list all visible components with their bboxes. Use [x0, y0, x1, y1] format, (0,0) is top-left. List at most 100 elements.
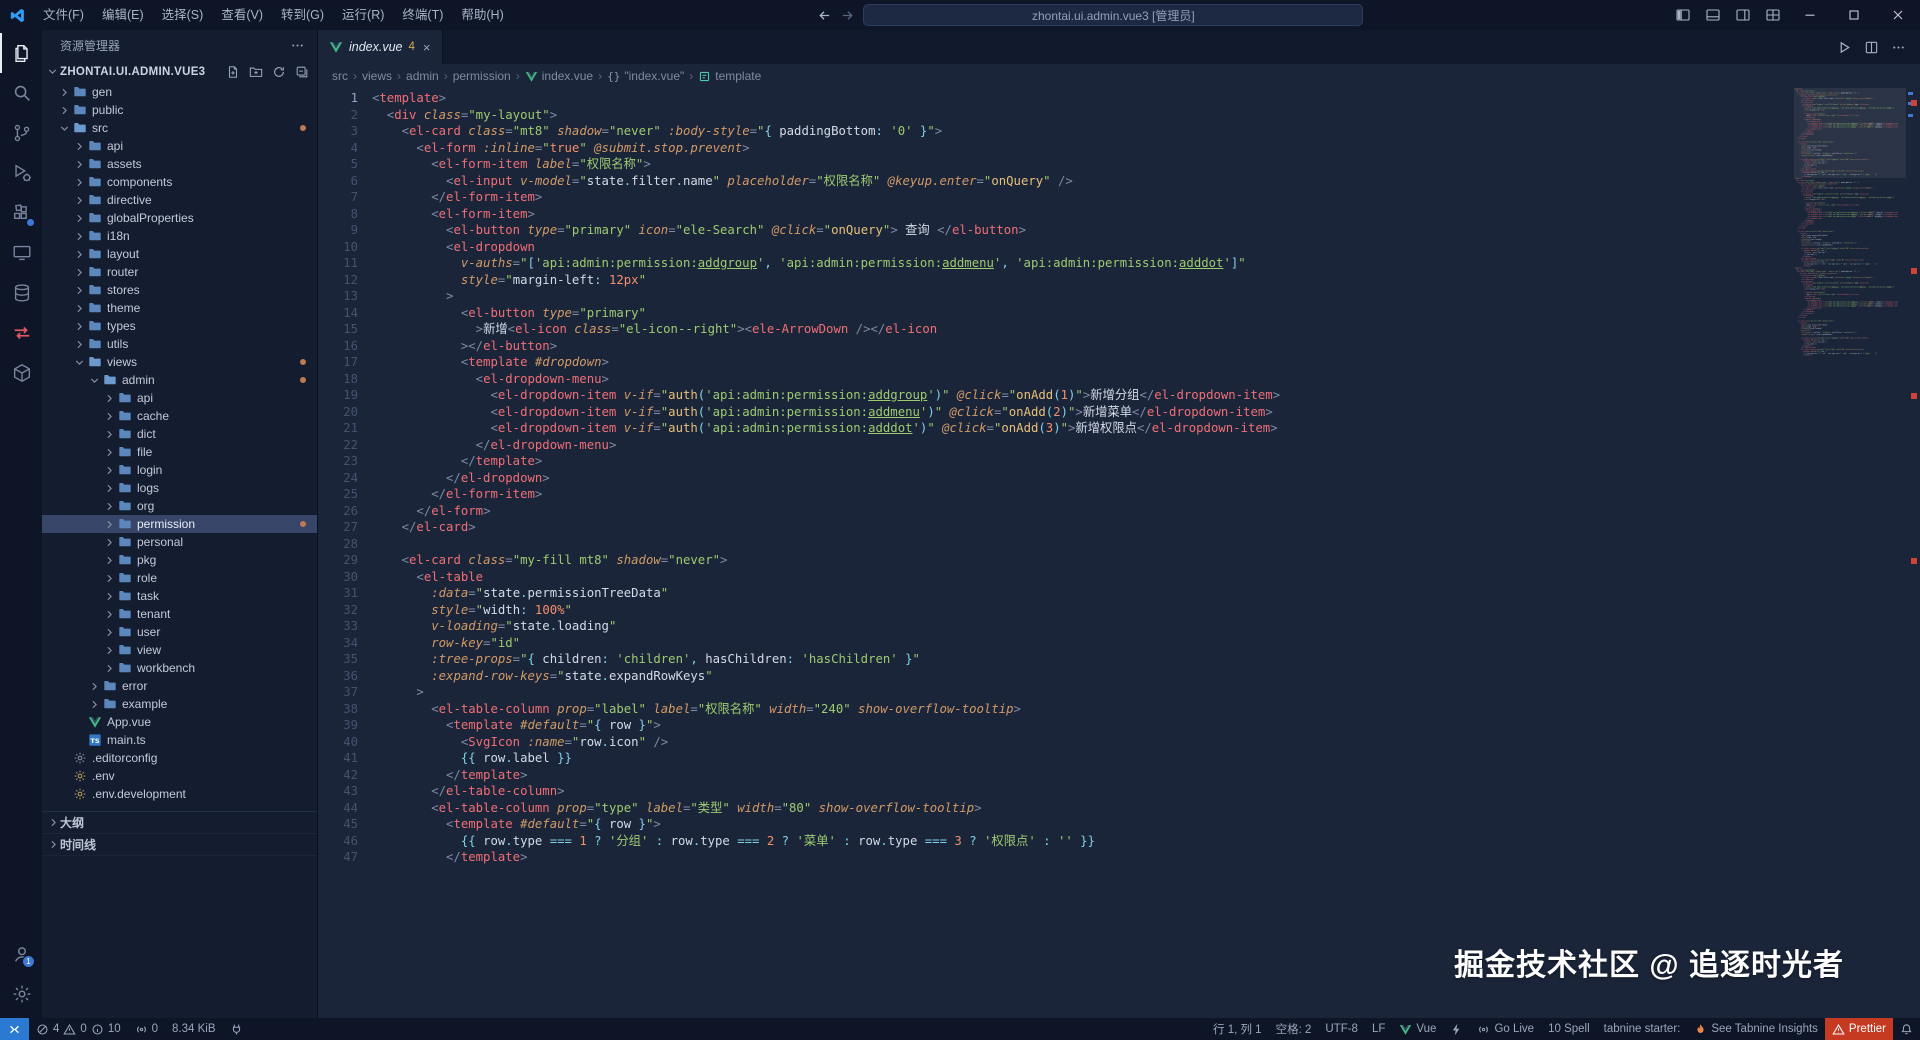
- tree-item-example[interactable]: example: [42, 695, 317, 713]
- line-number[interactable]: 22: [318, 437, 358, 454]
- line-number[interactable]: 26: [318, 503, 358, 520]
- line-number[interactable]: 13: [318, 288, 358, 305]
- tree-item-components[interactable]: components: [42, 173, 317, 191]
- line-number[interactable]: 16: [318, 338, 358, 355]
- line-number[interactable]: 2: [318, 107, 358, 124]
- menu-item[interactable]: 转到(G): [272, 0, 333, 30]
- minimap[interactable]: <template> <div class="my-layout"> <el-c…: [1794, 88, 1906, 1018]
- line-number[interactable]: 27: [318, 519, 358, 536]
- activity-search-icon[interactable]: [0, 73, 42, 113]
- code-line[interactable]: </template>: [372, 453, 1920, 470]
- breadcrumb-segment[interactable]: views: [362, 69, 392, 83]
- line-number[interactable]: 18: [318, 371, 358, 388]
- panel-大纲[interactable]: 大纲: [42, 812, 317, 834]
- code-line[interactable]: <el-table: [372, 569, 1920, 586]
- code-line[interactable]: <el-card class="mt8" shadow="never" :bod…: [372, 123, 1920, 140]
- panel-时间线[interactable]: 时间线: [42, 834, 317, 856]
- code-line[interactable]: <el-form-item label="权限名称">: [372, 156, 1920, 173]
- toggle-panel-icon[interactable]: [1698, 0, 1728, 30]
- tree-item-directive[interactable]: directive: [42, 191, 317, 209]
- forward-button[interactable]: [840, 8, 855, 23]
- code-line[interactable]: ></el-button>: [372, 338, 1920, 355]
- line-number[interactable]: 34: [318, 635, 358, 652]
- refresh-icon[interactable]: [272, 65, 286, 79]
- code-line[interactable]: >新增<el-icon class="el-icon--right"><ele-…: [372, 321, 1920, 338]
- line-number[interactable]: 21: [318, 420, 358, 437]
- code-line[interactable]: <el-button type="primary" icon="ele-Sear…: [372, 222, 1920, 239]
- breadcrumb-segment[interactable]: admin: [406, 69, 439, 83]
- tree-item-App.vue[interactable]: App.vue: [42, 713, 317, 731]
- scrollbar[interactable]: [1906, 88, 1920, 1018]
- line-number[interactable]: 6: [318, 173, 358, 190]
- status-eol[interactable]: LF: [1365, 1018, 1392, 1040]
- code-line[interactable]: </el-dropdown-menu>: [372, 437, 1920, 454]
- collapse-all-icon[interactable]: [295, 65, 309, 79]
- tree-item-src[interactable]: src: [42, 119, 317, 137]
- line-number[interactable]: 24: [318, 470, 358, 487]
- line-number[interactable]: 19: [318, 387, 358, 404]
- breadcrumb-segment[interactable]: {} "index.vue": [607, 69, 684, 83]
- status-ports[interactable]: 0: [128, 1018, 165, 1040]
- status-spell[interactable]: 10 Spell: [1541, 1018, 1597, 1040]
- minimize-button[interactable]: [1788, 0, 1832, 30]
- tree-item-org[interactable]: org: [42, 497, 317, 515]
- tree-item-layout[interactable]: layout: [42, 245, 317, 263]
- status-language-mode[interactable]: Vue: [1392, 1018, 1443, 1040]
- customize-layout-icon[interactable]: [1758, 0, 1788, 30]
- tree-item-gen[interactable]: gen: [42, 83, 317, 101]
- line-number[interactable]: 29: [318, 552, 358, 569]
- code-line[interactable]: <el-button type="primary": [372, 305, 1920, 322]
- status-encoding[interactable]: UTF-8: [1318, 1018, 1365, 1040]
- activity-extensions-icon[interactable]: [0, 193, 42, 233]
- tree-item-admin[interactable]: admin: [42, 371, 317, 389]
- menu-item[interactable]: 文件(F): [34, 0, 93, 30]
- tree-item-dict[interactable]: dict: [42, 425, 317, 443]
- code-line[interactable]: <el-dropdown-item v-if="auth('api:admin:…: [372, 387, 1920, 404]
- tree-item-globalProperties[interactable]: globalProperties: [42, 209, 317, 227]
- line-number[interactable]: 3: [318, 123, 358, 140]
- tree-item-cache[interactable]: cache: [42, 407, 317, 425]
- code-line[interactable]: >: [372, 288, 1920, 305]
- breadcrumb-segment[interactable]: permission: [453, 69, 511, 83]
- line-number[interactable]: 9: [318, 222, 358, 239]
- code-line[interactable]: v-loading="state.loading": [372, 618, 1920, 635]
- tree-item-view[interactable]: view: [42, 641, 317, 659]
- maximize-button[interactable]: [1832, 0, 1876, 30]
- new-file-icon[interactable]: [226, 65, 240, 79]
- tree-item-.env[interactable]: .env: [42, 767, 317, 785]
- new-folder-icon[interactable]: [249, 65, 263, 79]
- close-button[interactable]: [1876, 0, 1920, 30]
- code-line[interactable]: row-key="id": [372, 635, 1920, 652]
- tree-item-api[interactable]: api: [42, 137, 317, 155]
- line-number[interactable]: 37: [318, 684, 358, 701]
- tree-item-.env.development[interactable]: .env.development: [42, 785, 317, 803]
- tree-item-api[interactable]: api: [42, 389, 317, 407]
- tree-item-theme[interactable]: theme: [42, 299, 317, 317]
- tab-index-vue[interactable]: index.vue 4 ×: [318, 30, 443, 64]
- code-line[interactable]: >: [372, 684, 1920, 701]
- status-tabnine[interactable]: tabnine starter:: [1597, 1018, 1688, 1040]
- line-number[interactable]: 14: [318, 305, 358, 322]
- line-number[interactable]: 23: [318, 453, 358, 470]
- line-number[interactable]: 33: [318, 618, 358, 635]
- line-number[interactable]: 25: [318, 486, 358, 503]
- menu-item[interactable]: 帮助(H): [452, 0, 512, 30]
- line-number[interactable]: 39: [318, 717, 358, 734]
- code-line[interactable]: <el-dropdown-item v-if="auth('api:admin:…: [372, 420, 1920, 437]
- code-line[interactable]: :expand-row-keys="state.expandRowKeys": [372, 668, 1920, 685]
- run-file-icon[interactable]: [1837, 40, 1852, 55]
- code-line[interactable]: style="width: 100%": [372, 602, 1920, 619]
- line-number[interactable]: 7: [318, 189, 358, 206]
- code-line[interactable]: <el-dropdown-item v-if="auth('api:admin:…: [372, 404, 1920, 421]
- tree-item-router[interactable]: router: [42, 263, 317, 281]
- toggle-sidebar-icon[interactable]: [1668, 0, 1698, 30]
- activity-run-debug-icon[interactable]: [0, 153, 42, 193]
- line-number[interactable]: 42: [318, 767, 358, 784]
- line-number[interactable]: 44: [318, 800, 358, 817]
- line-number[interactable]: 38: [318, 701, 358, 718]
- line-number[interactable]: 40: [318, 734, 358, 751]
- menu-item[interactable]: 终端(T): [393, 0, 452, 30]
- editor-more-icon[interactable]: [1891, 40, 1906, 55]
- code-line[interactable]: <template #dropdown>: [372, 354, 1920, 371]
- line-number[interactable]: 32: [318, 602, 358, 619]
